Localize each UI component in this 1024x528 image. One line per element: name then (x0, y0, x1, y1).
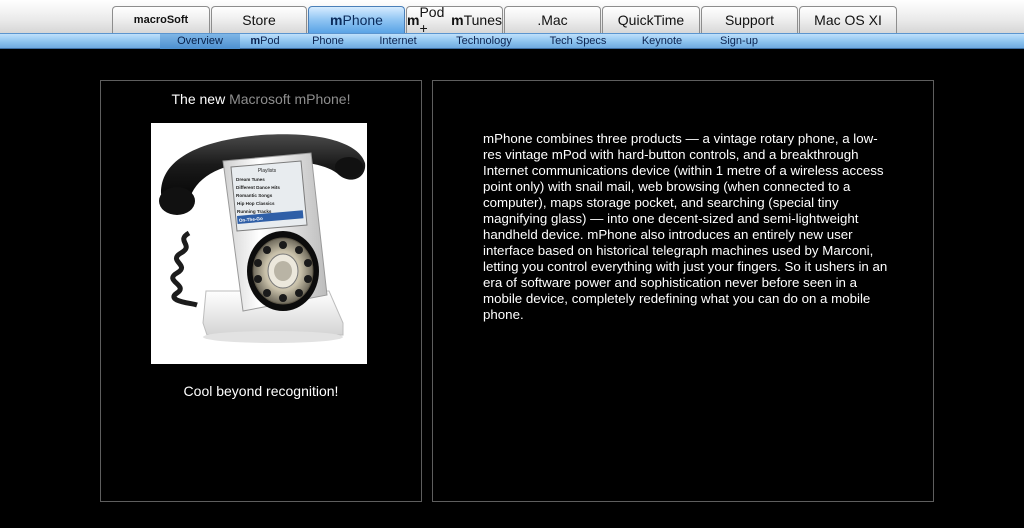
subnav-item-internet[interactable]: Internet (372, 34, 424, 49)
tab-support[interactable]: Support (701, 6, 798, 33)
tab-label: Store (242, 12, 276, 28)
screen-item: Different Dance Hits (236, 185, 280, 190)
tab-store[interactable]: Store (211, 6, 307, 33)
sub-nav-bar: Overview mPod Phone Internet Technology … (0, 33, 1024, 49)
product-panel: The new Macrosoft mPhone! Playlists Drea… (100, 80, 422, 502)
tab-mpod-mtunes[interactable]: m Pod + m Tunes (406, 4, 503, 36)
subnav-label: Keynote (641, 35, 683, 47)
subnav-label: Internet (379, 35, 417, 47)
subnav-label: Sign-up (720, 35, 758, 47)
subnav-label: Technology (456, 35, 512, 47)
top-nav-bar: macroSoft Store m Phone m Pod + m Tunes .Mac… (0, 0, 1024, 36)
subnav-label: Pod (260, 35, 280, 47)
description-panel: mPhone combines three products — a vinta… (432, 80, 934, 502)
tab-label: QuickTime (617, 12, 685, 28)
tab-label-prefix: m (330, 12, 343, 28)
screen-item: Romantic Songs (236, 193, 273, 198)
subnav-item-technology[interactable]: Technology (448, 34, 520, 49)
tab-label: macroSoft (133, 14, 189, 26)
product-caption: Cool beyond recognition! (183, 383, 339, 399)
product-image: Playlists Dream Tunes Different Dance Hi… (151, 123, 367, 364)
subnav-label: Phone (312, 35, 344, 47)
subnav-item-tech-specs[interactable]: Tech Specs (544, 34, 612, 49)
tab-label-prefix: m (407, 12, 420, 28)
tab-label: .Mac (537, 12, 568, 28)
screen-item: Running Tracks (237, 209, 272, 214)
tab-label2: Tunes (463, 12, 502, 28)
screen-title: Playlists (258, 168, 277, 174)
screen-item: Dream Tunes (236, 177, 265, 182)
subnav-label: Tech Specs (549, 35, 607, 47)
subnav-item-sign-up[interactable]: Sign-up (712, 34, 766, 49)
subnav-label: Overview (177, 35, 223, 47)
tab-mac-os-xi[interactable]: Mac OS XI (799, 6, 897, 33)
top-tabs: macroSoft Store m Phone m Pod + m Tunes .Mac… (112, 4, 898, 36)
headline-prefix: The new (171, 91, 230, 107)
tab-label-prefix2: m (451, 12, 464, 28)
tab-label: Mac OS XI (814, 12, 882, 28)
subnav-item-overview[interactable]: Overview (160, 34, 240, 49)
tab-label: Support (724, 12, 775, 28)
tab-macrosoft[interactable]: macroSoft (112, 6, 210, 33)
subnav-item-phone[interactable]: Phone (305, 34, 351, 49)
tab-quicktime[interactable]: QuickTime (602, 6, 700, 33)
product-headline: The new Macrosoft mPhone! (101, 91, 421, 107)
rotary-mpod-phone-illustration: Playlists Dream Tunes Different Dance Hi… (159, 134, 366, 343)
subnav-label-prefix: m (250, 35, 261, 47)
screen-item: Hip Hop Classics (237, 201, 275, 206)
tab-mphone[interactable]: m Phone (308, 6, 405, 33)
subnav-item-keynote[interactable]: Keynote (636, 34, 688, 49)
product-description: mPhone combines three products — a vinta… (483, 131, 888, 322)
tab-label: Phone (342, 12, 383, 28)
subnav-item-mpod[interactable]: mPod (243, 34, 287, 49)
headline-product-name: Macrosoft mPhone! (229, 91, 351, 107)
tab-dotmac[interactable]: .Mac (504, 6, 601, 33)
tab-label: Pod + (419, 4, 445, 36)
